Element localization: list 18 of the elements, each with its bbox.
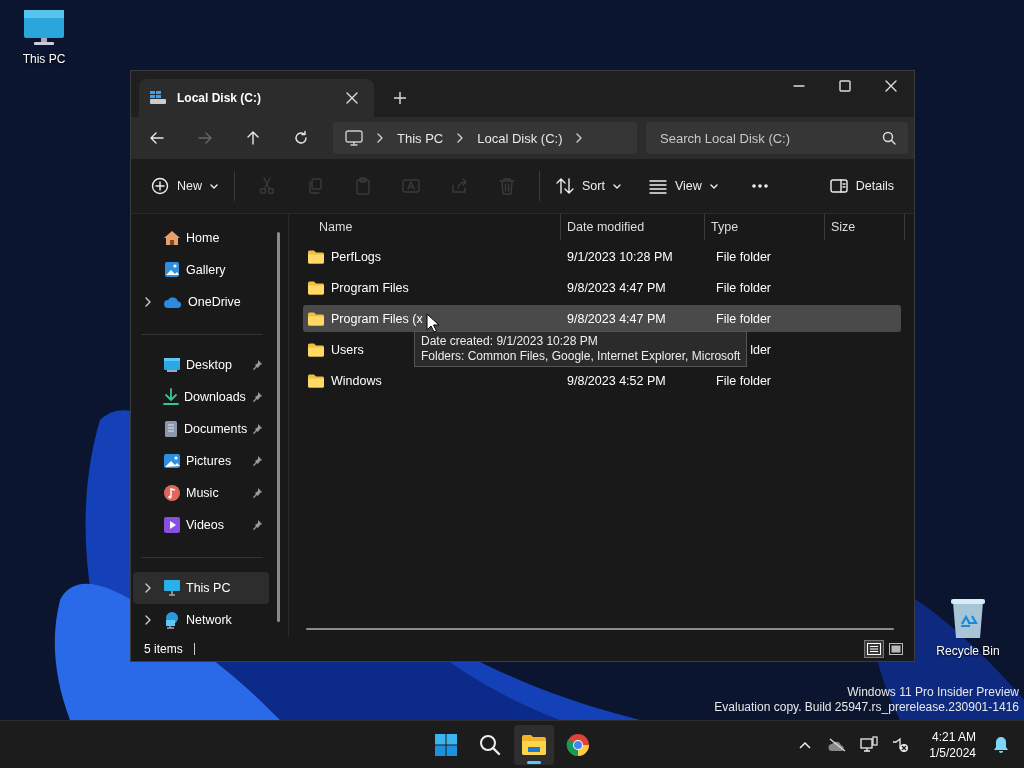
file-type: File folder — [715, 249, 771, 264]
file-name: Users — [331, 342, 364, 357]
file-type: File folder — [715, 280, 771, 295]
tooltip-text: Date created: 9/1/2023 10:28 PM — [421, 334, 599, 349]
file-name: PerfLogs — [331, 249, 382, 264]
item-count: 5 items — [144, 642, 183, 656]
file-name: Windows — [331, 373, 382, 388]
file-type: File folder — [715, 311, 771, 326]
date-modified: 9/8/2023 4:47 PM — [567, 311, 666, 326]
tooltip-text: Folders: Common Files, Google, Internet Explorer, Microsoft — [421, 349, 741, 364]
watermark-text: Windows 11 Pro Insider Preview — [847, 685, 1019, 700]
file-name: Program Files — [331, 280, 409, 295]
file-type: File folder — [715, 373, 771, 388]
date-modified: 9/8/2023 4:52 PM — [567, 373, 666, 388]
watermark-text: Evaluation copy. Build 25947.rs_prerelease.230901-1416 — [714, 700, 1019, 715]
date-modified: 9/1/2023 10:28 PM — [567, 249, 673, 264]
file-name: Program Files (x — [331, 311, 423, 326]
date-modified: 9/8/2023 4:47 PM — [567, 280, 666, 295]
